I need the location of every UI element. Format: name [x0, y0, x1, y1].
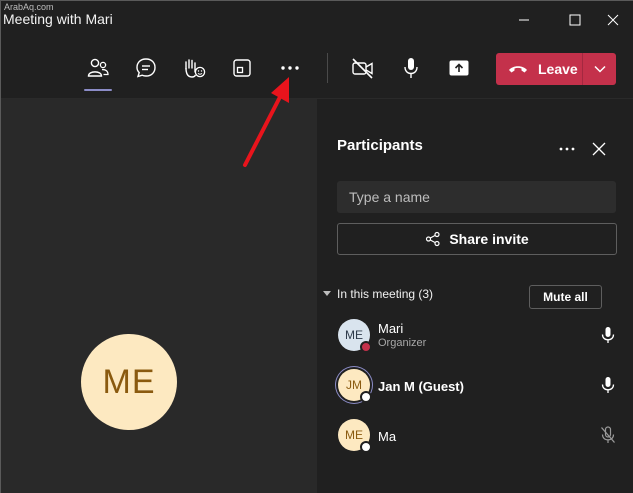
panel-title: Participants [337, 137, 423, 154]
participant-mic-button[interactable] [599, 325, 617, 345]
meeting-window: ArabAq.com Meeting with Mari Leave ME Pa… [0, 0, 633, 493]
status-busy-icon [360, 341, 372, 353]
participant-name: Jan M (Guest) [378, 379, 464, 394]
microphone-icon [404, 58, 418, 78]
participant-mic-button[interactable] [599, 425, 617, 445]
microphone-icon [601, 327, 615, 343]
self-avatar: ME [81, 334, 177, 430]
maximize-icon [569, 14, 581, 26]
participants-toggle-button[interactable] [82, 52, 114, 91]
camera-off-icon [352, 58, 373, 79]
toolbar-separator [327, 53, 328, 83]
leave-options-button[interactable] [583, 53, 616, 85]
avatar: JM [338, 369, 372, 403]
close-icon [592, 142, 606, 156]
chat-button[interactable] [130, 52, 162, 84]
share-invite-button[interactable]: Share invite [337, 223, 617, 255]
participant-row[interactable]: ME Ma [317, 413, 633, 461]
microphone-icon [601, 377, 615, 393]
minimize-icon [519, 19, 529, 21]
section-label: In this meeting (3) [337, 287, 434, 301]
share-icon [426, 231, 440, 247]
leave-label: Leave [538, 61, 578, 77]
microphone-button[interactable] [395, 52, 427, 84]
participant-mic-button[interactable] [599, 375, 617, 395]
avatar-initials: ME [345, 328, 363, 342]
avatar: ME [338, 319, 372, 353]
people-icon [87, 58, 109, 77]
participant-role: Organizer [378, 337, 427, 349]
share-screen-icon [449, 60, 469, 76]
hang-up-icon [509, 66, 527, 73]
title-bar: ArabAq.com Meeting with Mari [1, 1, 633, 39]
close-icon [607, 14, 619, 26]
close-window-button[interactable] [591, 1, 633, 39]
reactions-button[interactable] [178, 52, 210, 84]
more-icon [281, 66, 299, 70]
status-unknown-icon [360, 441, 372, 453]
mute-all-button[interactable]: Mute all [529, 285, 602, 309]
annotation-arrow [243, 77, 289, 167]
camera-button[interactable] [347, 52, 379, 84]
status-unknown-icon [360, 391, 372, 403]
participant-name: Ma [378, 429, 397, 444]
participant-search-input[interactable] [337, 181, 616, 213]
participants-panel: Participants Share invite [317, 99, 633, 493]
participant-row[interactable]: JM Jan M (Guest) [317, 363, 633, 411]
raise-hand-icon [185, 59, 206, 78]
leave-button[interactable]: Leave [496, 53, 582, 85]
participant-row[interactable]: ME Mari Organizer [317, 313, 633, 361]
panel-more-button[interactable] [555, 137, 579, 161]
minimize-button[interactable] [502, 1, 546, 39]
chevron-down-icon [593, 65, 606, 73]
avatar-initials: ME [345, 428, 363, 442]
microphone-muted-icon [601, 426, 615, 443]
caret-down-icon [323, 291, 331, 296]
share-invite-label: Share invite [449, 231, 529, 247]
panel-close-button[interactable] [587, 137, 611, 161]
share-screen-button[interactable] [443, 52, 475, 84]
more-icon [559, 147, 575, 151]
avatar: ME [338, 419, 372, 453]
window-title: Meeting with Mari [3, 11, 113, 27]
leave-button-group: Leave [496, 53, 616, 85]
meeting-toolbar: Leave [1, 39, 633, 99]
in-meeting-section-toggle[interactable]: In this meeting (3) [323, 287, 433, 301]
avatar-initials: JM [346, 378, 362, 392]
participant-name: Mari [378, 321, 404, 336]
chat-icon [136, 58, 156, 78]
